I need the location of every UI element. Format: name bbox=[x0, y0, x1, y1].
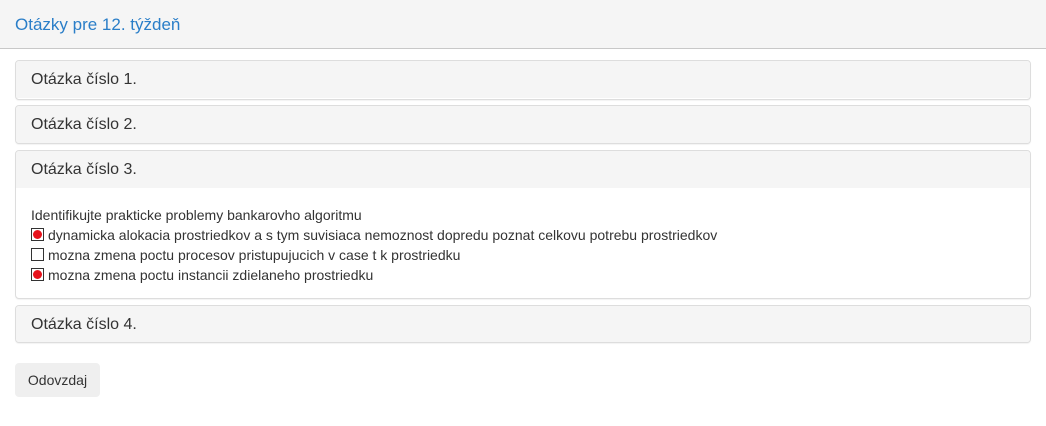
question-panel-1: Otázka číslo 1. bbox=[15, 60, 1031, 100]
answer-option-label: mozna zmena poctu instancii zdielaneho p… bbox=[48, 267, 374, 283]
submit-button[interactable]: Odovzdaj bbox=[15, 363, 100, 397]
question-panel-2: Otázka číslo 2. bbox=[15, 105, 1031, 144]
checkbox-checked-icon[interactable] bbox=[31, 268, 44, 281]
question-panel-3: Otázka číslo 3. Identifikujte prakticke … bbox=[15, 150, 1031, 299]
question-heading-4[interactable]: Otázka číslo 4. bbox=[16, 306, 1030, 342]
question-heading-1[interactable]: Otázka číslo 1. bbox=[16, 61, 1030, 98]
page-title: Otázky pre 12. týždeň bbox=[15, 15, 181, 34]
question-panel-4: Otázka číslo 4. bbox=[15, 305, 1031, 343]
answer-option-label: dynamicka alokacia prostriedkov a s tym … bbox=[48, 227, 718, 243]
question-heading-2[interactable]: Otázka číslo 2. bbox=[16, 106, 1030, 143]
question-heading-3[interactable]: Otázka číslo 3. bbox=[16, 151, 1030, 188]
answer-option-2[interactable]: mozna zmena poctu procesov pristupujucic… bbox=[31, 245, 1015, 265]
page-header: Otázky pre 12. týždeň bbox=[0, 0, 1046, 49]
checkbox-unchecked-icon[interactable] bbox=[31, 248, 44, 261]
checkbox-checked-icon[interactable] bbox=[31, 228, 44, 241]
answer-option-1[interactable]: dynamicka alokacia prostriedkov a s tym … bbox=[31, 225, 1015, 245]
question-body-3: Identifikujte prakticke problemy bankaro… bbox=[16, 188, 1030, 285]
answer-option-3[interactable]: mozna zmena poctu instancii zdielaneho p… bbox=[31, 265, 1015, 285]
question-text: Identifikujte prakticke problemy bankaro… bbox=[31, 207, 362, 223]
answer-option-label: mozna zmena poctu procesov pristupujucic… bbox=[48, 247, 461, 263]
